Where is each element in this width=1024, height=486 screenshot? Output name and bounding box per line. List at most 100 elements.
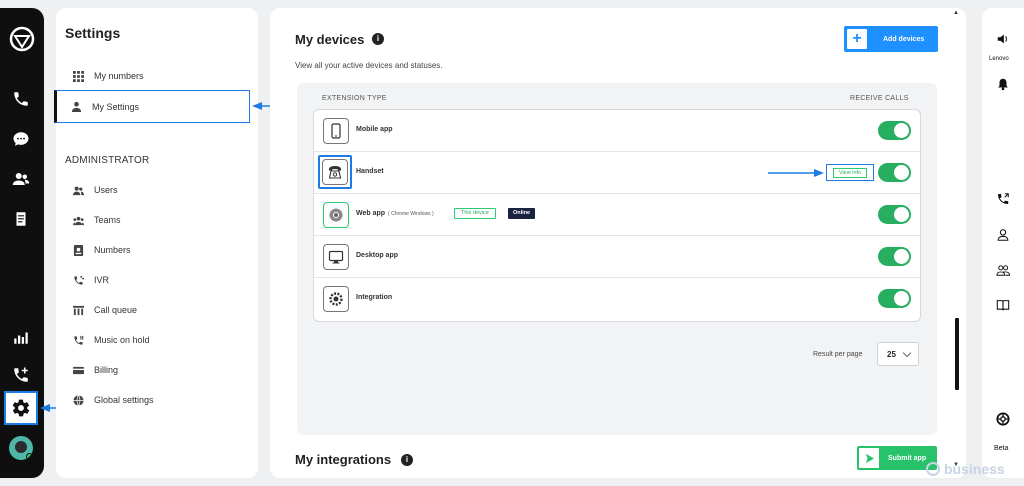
nav-my-numbers[interactable]: My numbers: [56, 65, 258, 87]
integration-cog-icon: [323, 286, 349, 312]
globe-icon: [72, 394, 84, 406]
contacts-icon[interactable]: [10, 168, 32, 190]
desktop-monitor-icon: [323, 244, 349, 270]
grid-icon: [72, 70, 84, 82]
notes-icon[interactable]: [10, 208, 32, 230]
analytics-icon[interactable]: [10, 326, 32, 348]
book-icon[interactable]: [994, 296, 1012, 314]
speaker-icon[interactable]: [994, 30, 1012, 48]
nav-label: Call queue: [94, 305, 138, 315]
device-row-desktop-app: Desktop app: [314, 236, 920, 278]
page-subtitle: View all your active devices and statuse…: [295, 61, 443, 70]
play-arrow-icon: [859, 448, 879, 468]
main-content: My devices i View all your active device…: [270, 8, 966, 478]
nav-label: Global settings: [94, 395, 154, 405]
nav-global-settings[interactable]: Global settings: [56, 389, 258, 411]
chat-icon[interactable]: [10, 128, 32, 150]
receive-calls-toggle[interactable]: [878, 121, 911, 140]
receive-calls-toggle[interactable]: [878, 247, 911, 266]
results-per-page-label: Result per page: [813, 351, 863, 358]
column-header-extension-type: EXTENSION TYPE: [322, 95, 387, 102]
this-device-badge: This device: [454, 208, 496, 219]
device-name: Mobile app: [356, 126, 393, 133]
chevron-down-icon: [902, 348, 912, 358]
watermark-logo-icon: [926, 462, 940, 476]
info-icon[interactable]: i: [401, 454, 413, 466]
view-info-button-highlight[interactable]: View info: [826, 164, 874, 181]
beta-label: Beta: [994, 445, 1009, 452]
handset-icon-highlight: [318, 155, 352, 189]
nav-label: My Settings: [92, 101, 140, 112]
receive-calls-toggle[interactable]: [878, 289, 911, 308]
nav-my-settings[interactable]: My Settings: [54, 90, 250, 123]
billing-icon: [72, 364, 84, 376]
users-icon: [72, 184, 84, 196]
nav-label: Music on hold: [94, 335, 150, 345]
settings-panel: Settings My numbers My Settings ADMINIST…: [54, 8, 258, 478]
add-devices-label: Add devices: [883, 35, 925, 43]
right-panel: Lenovo Beta: [982, 8, 1024, 478]
nav-music-on-hold[interactable]: Music on hold: [56, 329, 258, 351]
nav-label: Users: [94, 185, 118, 195]
column-header-receive-calls: RECEIVE CALLS: [850, 95, 909, 102]
group-icon[interactable]: [994, 261, 1012, 279]
app-logo-icon[interactable]: [9, 26, 35, 52]
integrations-title: My integrations: [295, 452, 392, 467]
receive-calls-toggle[interactable]: [878, 163, 911, 182]
settings-title: Settings: [65, 25, 121, 41]
gear-icon: [12, 399, 30, 417]
nav-label: Billing: [94, 365, 119, 375]
nav-ivr[interactable]: IVR: [56, 269, 258, 291]
chrome-icon: [323, 202, 349, 228]
submit-app-label: Submit app: [888, 454, 927, 462]
nav-billing[interactable]: Billing: [56, 359, 258, 381]
settings-gear-button[interactable]: [4, 391, 38, 425]
phone-icon[interactable]: [10, 88, 32, 110]
view-info-button[interactable]: View info: [832, 167, 868, 178]
ivr-icon: [72, 274, 84, 286]
nav-label: My numbers: [94, 71, 144, 81]
nav-label: Numbers: [94, 245, 131, 255]
nav-numbers[interactable]: Numbers: [56, 239, 258, 261]
scrollbar-thumb[interactable]: [955, 318, 959, 390]
device-brand-label: Lenovo: [989, 56, 1009, 62]
page-title: My devices: [295, 32, 365, 47]
administrator-heading: ADMINISTRATOR: [65, 155, 150, 166]
device-row-mobile-app: Mobile app: [314, 110, 920, 152]
device-row-handset: Handset View info: [314, 152, 920, 194]
watermark-text: business: [944, 461, 1005, 477]
scroll-up-arrow[interactable]: ▲: [953, 10, 959, 16]
bell-icon[interactable]: [994, 75, 1012, 93]
add-call-icon[interactable]: [10, 364, 32, 386]
nav-label: Teams: [94, 215, 121, 225]
device-name: Handset: [356, 168, 384, 175]
mobile-phone-icon: [323, 118, 349, 144]
nav-users[interactable]: Users: [56, 179, 258, 201]
device-browser-info: ( Chrome Windows ): [388, 211, 434, 217]
info-icon[interactable]: i: [372, 33, 384, 45]
nav-call-queue[interactable]: Call queue: [56, 299, 258, 321]
user-icon: [70, 101, 82, 113]
submit-app-button[interactable]: Submit app: [857, 446, 937, 470]
device-row-integration: Integration: [314, 278, 920, 320]
avatar[interactable]: [9, 436, 33, 460]
lifebuoy-icon[interactable]: [994, 410, 1012, 428]
online-status-dot: [26, 453, 33, 460]
devices-card: EXTENSION TYPE RECEIVE CALLS Mobile app …: [297, 83, 937, 435]
teams-icon: [72, 214, 84, 226]
device-name: Desktop app: [356, 252, 399, 259]
person-icon[interactable]: [994, 226, 1012, 244]
devices-list: Mobile app Handset View info Web app (C…: [313, 109, 921, 322]
call-transfer-icon[interactable]: [994, 190, 1012, 208]
add-devices-button[interactable]: + Add devices: [844, 26, 938, 52]
device-name: Web app( Chrome Windows ): [356, 210, 434, 217]
receive-calls-toggle[interactable]: [878, 205, 911, 224]
call-queue-icon: [72, 304, 84, 316]
results-per-page-select[interactable]: 25: [877, 342, 919, 366]
annotation-arrow-view-info: [768, 169, 824, 177]
nav-teams[interactable]: Teams: [56, 209, 258, 231]
music-on-hold-icon: [72, 334, 84, 346]
device-name: Integration: [356, 294, 393, 301]
numbers-icon: [72, 244, 84, 256]
nav-label: IVR: [94, 275, 110, 285]
